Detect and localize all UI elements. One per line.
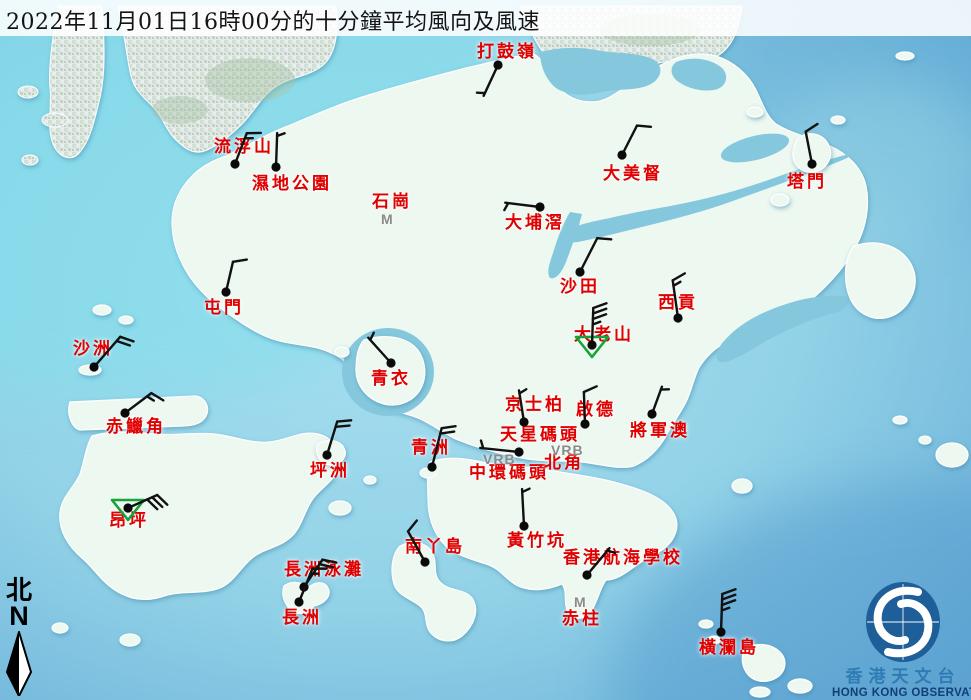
station-label: 將軍澳 <box>630 423 690 441</box>
station-label: 坪洲 <box>310 463 350 481</box>
station-label: 橫瀾島 <box>699 640 759 658</box>
compass-north-letter: N <box>2 604 36 628</box>
station-label: 石崗 <box>372 194 412 212</box>
station-status-marker: M <box>381 211 394 227</box>
hko-english-name: HONG KONG OBSERVATORY <box>832 687 971 700</box>
station-labels-layer: 打鼓嶺流浮山濕地公園大美督塔門石崗M大埔滘沙田屯門沙洲西貢大老山青衣赤鱲角京士柏… <box>0 0 971 700</box>
station-status-marker: VRB <box>551 442 584 458</box>
station-label: 屯門 <box>204 300 244 318</box>
station-status-marker: M <box>574 594 587 610</box>
station-label: 黃竹坑 <box>507 533 567 551</box>
north-compass: 北 N <box>2 578 36 700</box>
station-label: 青衣 <box>371 371 411 389</box>
station-label: 中環碼頭 <box>469 465 549 483</box>
hko-chinese-name: 香港天文台 <box>832 668 971 687</box>
station-label: 啟德 <box>576 402 616 420</box>
station-label: 打鼓嶺 <box>477 44 537 62</box>
station-label: 沙田 <box>560 279 600 297</box>
station-label: 青洲 <box>411 440 451 458</box>
station-label: 大老山 <box>574 327 634 345</box>
station-label: 長洲泳灘 <box>284 562 364 580</box>
station-label: 京士柏 <box>505 397 565 415</box>
station-label: 赤柱 <box>562 611 602 629</box>
station-label: 塔門 <box>787 174 827 192</box>
station-label: 大美督 <box>603 166 663 184</box>
station-label: 大埔滘 <box>505 215 565 233</box>
station-label: 長洲 <box>282 610 322 628</box>
station-label: 香港航海學校 <box>563 550 683 568</box>
station-label: 沙洲 <box>73 341 113 359</box>
station-status-marker: VRB <box>483 451 516 467</box>
hko-logo: 香港天文台 HONG KONG OBSERVATORY <box>832 580 971 699</box>
station-label: 南丫島 <box>405 539 465 557</box>
hko-logo-icon <box>845 580 961 664</box>
station-label: 西貢 <box>658 295 698 313</box>
compass-arrow-icon <box>3 628 35 696</box>
station-label: 流浮山 <box>214 139 274 157</box>
station-label: 濕地公園 <box>252 176 332 194</box>
station-label: 昂坪 <box>109 513 149 531</box>
station-label: 赤鱲角 <box>106 419 166 437</box>
weather-map-screen: 2022年11月01日16時00分的十分鐘平均風向及風速 打鼓嶺流浮山濕地公園大… <box>0 0 971 700</box>
